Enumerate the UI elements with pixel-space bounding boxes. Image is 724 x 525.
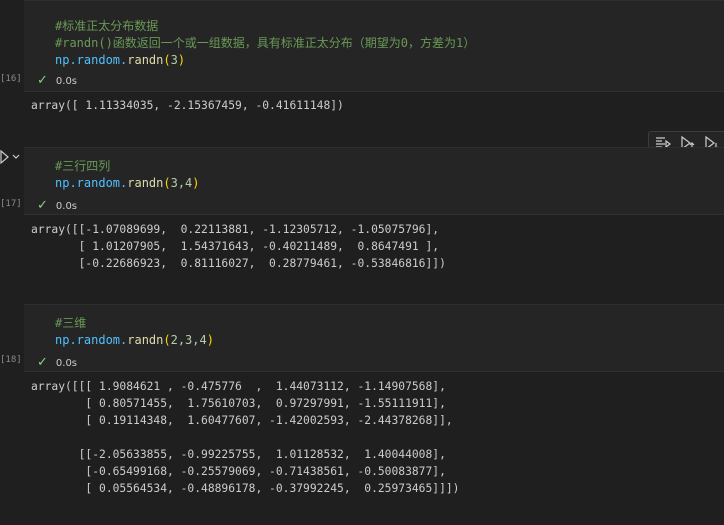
run-cell-icon[interactable] [0,149,22,165]
exec-count: [18] [0,355,22,365]
exec-time: 0.0s [55,76,78,87]
exec-count: [17] [0,199,22,209]
module-path: np.random. [55,53,128,67]
cell-status: ✓ 0.0s [37,355,77,370]
exec-count: [16] [0,74,22,84]
module-path: np.random. [55,333,128,347]
code-cell-17[interactable]: #三行四列 np.random.randn(3,4) ✓ 0.0s [24,147,724,215]
args: 3,4 [170,176,193,190]
check-icon: ✓ [37,73,48,88]
code-cell-18[interactable]: #三维 np.random.randn(2,3,4) ✓ 0.0s [24,304,724,372]
cell-output: array([[-1.07089699, 0.22113881, -1.1230… [31,223,446,270]
code-cell-16[interactable]: #标准正太分布数据 #randn()函数返回一个或一组数据，具有标准正太分布（期… [24,0,724,92]
function-name: randn [127,53,164,67]
cell-status: ✓ 0.0s [37,73,77,88]
comment-line: #三行四列 [55,159,111,173]
cell-code[interactable]: #标准正太分布数据 #randn()函数返回一个或一组数据，具有标准正太分布（期… [55,18,475,69]
module-path: np.random. [55,176,128,190]
cell-status: ✓ 0.0s [37,198,77,213]
args: 3 [170,53,178,67]
check-icon: ✓ [37,198,48,213]
function-name: randn [127,333,164,347]
comment-line: #randn()函数返回一个或一组数据，具有标准正太分布（期望为0，方差为1） [55,36,476,50]
function-name: randn [127,176,164,190]
comment-line: #标准正太分布数据 [55,19,159,33]
check-icon: ✓ [37,355,48,370]
cell-code[interactable]: #三维 np.random.randn(2,3,4) [55,315,214,349]
cell-output: array([[[ 1.9084621 , -0.475776 , 1.4407… [31,380,460,495]
exec-time: 0.0s [55,201,78,212]
comment-line: #三维 [55,316,87,330]
cell-code[interactable]: #三行四列 np.random.randn(3,4) [55,158,200,192]
cell-output: array([ 1.11334035, -2.15367459, -0.4161… [31,99,344,112]
exec-time: 0.0s [55,358,78,369]
args: 2,3,4 [170,333,207,347]
